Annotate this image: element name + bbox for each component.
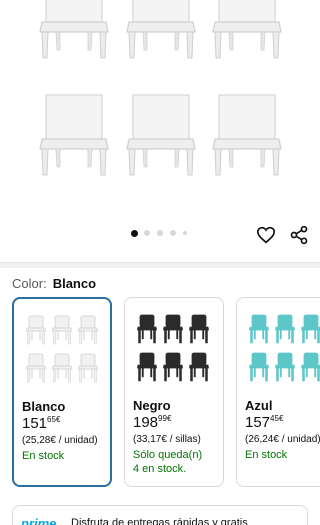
gallery-dot[interactable] (157, 230, 163, 236)
unit-price: (33,17€ / sillas) (133, 434, 201, 445)
unit-price: (25,28€ / unidad) (22, 435, 98, 446)
chair-thumbnail-icon (249, 352, 269, 382)
stock-status: En stock (22, 449, 64, 463)
wishlist-button[interactable] (253, 222, 279, 248)
share-button[interactable] (286, 222, 312, 248)
gallery-dot[interactable] (144, 230, 150, 236)
variant-price: 15165€ (22, 415, 60, 432)
prime-banner[interactable]: prime Disfruta de entregas rápidas y gra… (12, 505, 308, 525)
variant-name: Azul (245, 398, 273, 413)
stock-status: En stock (245, 448, 287, 462)
price-whole: 157 (245, 414, 271, 431)
stock-status-line: 4 en stock. (133, 463, 187, 475)
color-variant-card-azul[interactable]: Azul 15745€ (26,24€ / unidad) En stock (236, 297, 320, 487)
chair-thumbnail-icon (137, 352, 157, 382)
price-currency: € (55, 415, 61, 424)
chair-thumbnail-icon (189, 314, 209, 344)
price-fraction: 65 (47, 415, 56, 424)
chair-thumbnail-icon (189, 352, 209, 382)
gallery-dot[interactable] (131, 229, 138, 237)
prime-logo: prime (21, 516, 57, 525)
chair-thumbnail-icon (163, 314, 183, 344)
stock-status: Sólo queda(n) 4 en stock. (133, 448, 202, 476)
product-image (39, 0, 282, 176)
price-whole: 198 (133, 414, 159, 431)
gallery-dot[interactable] (170, 230, 176, 236)
variant-name: Blanco (22, 399, 66, 414)
chair-thumbnail-icon (301, 352, 320, 382)
price-currency: € (278, 414, 284, 423)
price-fraction: 45 (270, 414, 279, 423)
prime-banner-text: Disfruta de entregas rápidas y gratis (71, 517, 248, 525)
chair-thumbnail-icon (275, 314, 295, 344)
chair-thumbnail-icon (301, 314, 320, 344)
chair-thumbnail-icon (52, 353, 72, 383)
color-variant-card-blanco[interactable]: Blanco 15165€ (25,28€ / unidad) En stock (12, 297, 112, 487)
stock-status-line: En stock (22, 450, 65, 462)
price-currency: € (166, 414, 172, 423)
chair-thumbnail-icon (26, 315, 46, 345)
gallery-dot[interactable] (183, 231, 187, 235)
stock-status-line: Sólo queda(n) (133, 449, 203, 461)
chair-thumbnail-icon (275, 352, 295, 382)
selected-color-value: Blanco (52, 276, 97, 291)
variant-name: Negro (133, 398, 171, 413)
chair-thumbnail-icon (26, 353, 46, 383)
color-selector-label: Color: Blanco (12, 276, 96, 291)
stock-status-line: En stock (245, 449, 288, 461)
variant-price: 15745€ (245, 414, 283, 431)
variant-price: 19899€ (133, 414, 171, 431)
heart-icon (256, 226, 276, 244)
variant-thumbnail (137, 314, 217, 386)
color-variant-card-negro[interactable]: Negro 19899€ (33,17€ / sillas) Sólo queda(n… (124, 297, 224, 487)
section-divider (0, 262, 320, 268)
chair-thumbnail-icon (78, 315, 98, 345)
chair-thumbnail-icon (52, 315, 72, 345)
chair-thumbnail-icon (137, 314, 157, 344)
color-key: Color: (12, 276, 47, 291)
unit-price: (26,24€ / unidad) (245, 434, 320, 445)
price-whole: 151 (22, 415, 48, 432)
chair-thumbnail-icon (163, 352, 183, 382)
product-image-gallery[interactable] (0, 0, 320, 215)
chair-thumbnail-icon (78, 353, 98, 383)
price-fraction: 99 (158, 414, 167, 423)
variant-thumbnail (249, 314, 320, 386)
share-icon (290, 225, 308, 245)
chair-thumbnail-icon (249, 314, 269, 344)
variant-thumbnail (26, 315, 106, 387)
